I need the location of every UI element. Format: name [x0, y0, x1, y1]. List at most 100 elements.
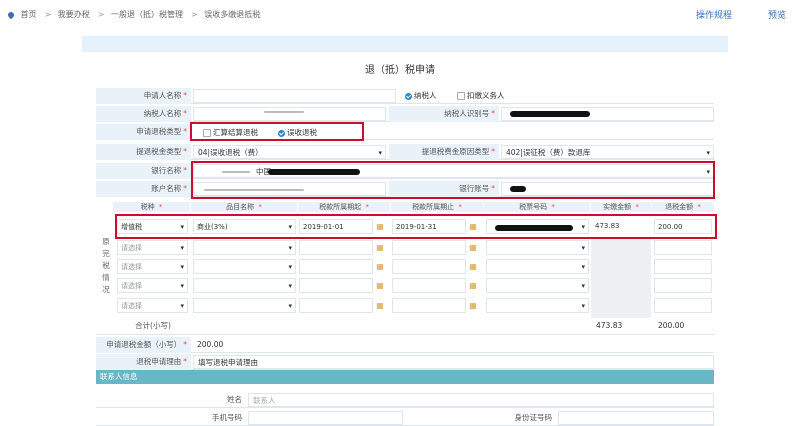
- th-item: 品目名称: [226, 203, 255, 211]
- calendar-icon[interactable]: ▦: [466, 259, 480, 274]
- ticket-select-row1[interactable]: [486, 219, 589, 234]
- bank-name-select[interactable]: 中国: [193, 164, 714, 178]
- id-no-input[interactable]: [558, 411, 714, 425]
- taxpayer-radio-label: 纳税人: [414, 91, 437, 100]
- row-contact-phone: 手机号码 身份证号码: [96, 410, 714, 426]
- row-applicant: 申请人名称 * 纳税人 扣缴义务人: [96, 88, 714, 104]
- refund-type-options: 汇算结算退税 误收退税: [193, 125, 714, 139]
- item-select-row5[interactable]: [193, 298, 296, 313]
- phone-label: 手机号码: [212, 413, 242, 422]
- calendar-icon[interactable]: ▦: [466, 278, 480, 293]
- item-select-row3[interactable]: [193, 259, 296, 274]
- row-bank-name: 银行名称 * 中国: [96, 163, 714, 179]
- start-date-row5[interactable]: [299, 298, 373, 313]
- preview-link[interactable]: 预览: [768, 8, 786, 21]
- item-select-row1[interactable]: 商业(3%): [193, 219, 296, 234]
- redaction: [204, 189, 304, 191]
- location-icon: [6, 10, 16, 19]
- taxpayer-name-label: 纳税人名称: [143, 109, 182, 118]
- refund-amount-row2[interactable]: [654, 240, 712, 255]
- calendar-icon[interactable]: ▦: [466, 298, 480, 313]
- tax-select-row2[interactable]: 请选择: [117, 240, 188, 255]
- item-select-row4[interactable]: [193, 278, 296, 293]
- refund-type-label: 申请退税类型: [136, 127, 182, 136]
- refund-amount-row5[interactable]: [654, 298, 712, 313]
- end-date-row3[interactable]: [392, 259, 466, 274]
- applicant-roles: 纳税人 扣缴义务人: [399, 89, 714, 103]
- th-refund: 退税金额: [665, 203, 694, 211]
- tax-select-row4[interactable]: 请选择: [117, 278, 188, 293]
- refund-reason-input[interactable]: 填写退税申请理由: [193, 355, 714, 369]
- original-tax-side-label: 原 完 税 情 况: [102, 237, 110, 294]
- th-tax: 税种: [140, 203, 155, 211]
- contact-section-header: 联系人信息: [96, 370, 714, 384]
- start-date-row4[interactable]: [299, 278, 373, 293]
- breadcrumb-home[interactable]: 首页: [21, 10, 37, 19]
- paid-amount-row1: 473.83: [595, 222, 620, 230]
- settlement-refund-label: 汇算结算退税: [213, 128, 258, 137]
- breadcrumb-tax[interactable]: 我要办税: [58, 10, 90, 19]
- calendar-icon[interactable]: ▦: [373, 278, 387, 293]
- row-contact-name: 姓名 联系人: [96, 392, 714, 408]
- calendar-icon[interactable]: ▦: [373, 298, 387, 313]
- calendar-icon[interactable]: ▦: [373, 240, 387, 255]
- item-select-row2[interactable]: [193, 240, 296, 255]
- applicant-input[interactable]: [193, 89, 396, 103]
- calendar-icon[interactable]: ▦: [373, 259, 387, 274]
- bank-account-field: [501, 182, 714, 196]
- start-date-row2[interactable]: [299, 240, 373, 255]
- ticket-select-row5[interactable]: [486, 298, 589, 313]
- th-end: 税款所属期止: [412, 203, 455, 211]
- header-band: [82, 36, 728, 52]
- calendar-icon[interactable]: ▦: [466, 240, 480, 255]
- account-name-field: [193, 182, 386, 196]
- redaction: [510, 186, 526, 192]
- refund-amount-row1[interactable]: 200.00: [654, 219, 712, 234]
- refund-amount-label: 申请退税金额（小写）: [106, 340, 182, 349]
- calendar-icon[interactable]: ▦: [466, 219, 480, 234]
- redaction: [510, 111, 590, 117]
- process-link[interactable]: 操作规程: [696, 8, 732, 21]
- withholder-checkbox[interactable]: [457, 92, 465, 100]
- id-no-label: 身份证号码: [514, 413, 553, 422]
- end-date-row5[interactable]: [392, 298, 466, 313]
- refund-reason-label: 退税申请理由: [136, 357, 182, 366]
- ticket-select-row4[interactable]: [486, 278, 589, 293]
- ticket-select-row3[interactable]: [486, 259, 589, 274]
- phone-input[interactable]: [248, 411, 403, 425]
- start-date-row1[interactable]: 2019-01-01: [299, 219, 373, 234]
- calendar-icon[interactable]: ▦: [373, 219, 387, 234]
- refund-amount-row3[interactable]: [654, 259, 712, 274]
- tax-select-row5[interactable]: 请选择: [117, 298, 188, 313]
- redaction: [268, 169, 360, 175]
- redaction: [495, 225, 573, 231]
- applicant-label: 申请人名称: [143, 91, 182, 100]
- end-date-row4[interactable]: [392, 278, 466, 293]
- breadcrumb-current: 误收多缴退抵税: [204, 10, 261, 19]
- redaction: [264, 111, 304, 113]
- end-date-row2[interactable]: [392, 240, 466, 255]
- row-tax-class: 提退税金类型* 04|误收退税（费） 提退税费金原因类型* 402|误征税（费）…: [96, 144, 714, 160]
- breadcrumb: 首页 > 我要办税 > 一般退（抵）税管理 > 误收多缴退抵税: [6, 9, 264, 20]
- name-label: 姓名: [227, 395, 242, 404]
- tax-class-label: 提退税金类型: [136, 147, 182, 156]
- settlement-refund-checkbox[interactable]: [203, 129, 211, 137]
- tax-reason-select[interactable]: 402|误征税（费）款退库: [501, 145, 714, 159]
- tax-select-row1[interactable]: 增值税: [117, 219, 188, 234]
- tax-select-row3[interactable]: 请选择: [117, 259, 188, 274]
- row-taxpayer: 纳税人名称 * 纳税人识别号 *: [96, 106, 714, 122]
- taxpayer-radio[interactable]: [405, 92, 412, 100]
- end-date-row1[interactable]: 2019-01-31: [392, 219, 466, 234]
- tax-class-select[interactable]: 04|误收退税（费）: [193, 145, 386, 159]
- bank-name-label: 银行名称: [151, 166, 182, 175]
- breadcrumb-refund-mgmt[interactable]: 一般退（抵）税管理: [111, 10, 183, 19]
- contact-name-input[interactable]: 联系人: [248, 393, 714, 407]
- taxpayer-name-field: [193, 107, 386, 121]
- start-date-row3[interactable]: [299, 259, 373, 274]
- row-account: 账户名称 * 银行账号 *: [96, 181, 714, 197]
- th-ticket: 税票号码: [519, 203, 548, 211]
- redaction: [222, 171, 250, 173]
- ticket-select-row2[interactable]: [486, 240, 589, 255]
- mistaken-refund-radio[interactable]: [278, 129, 285, 137]
- refund-amount-row4[interactable]: [654, 278, 712, 293]
